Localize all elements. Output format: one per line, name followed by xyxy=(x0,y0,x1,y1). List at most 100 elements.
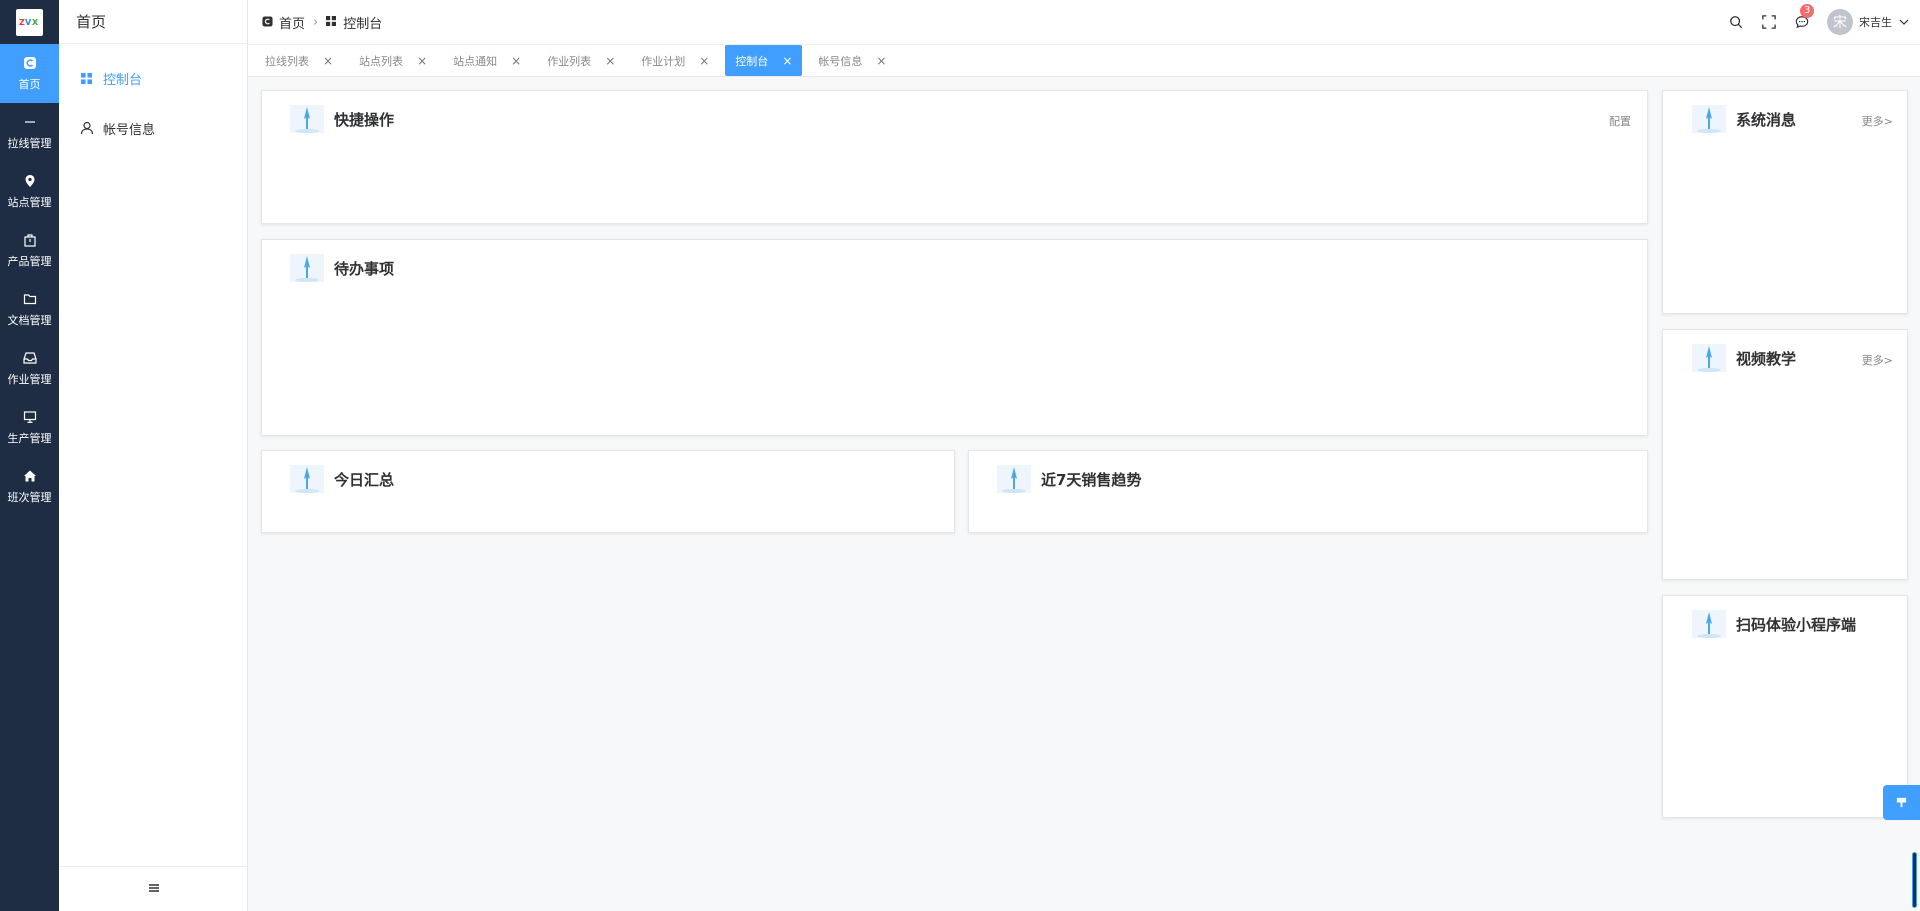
rail-item-product[interactable]: 产品管理 xyxy=(0,221,59,280)
close-icon[interactable]: × xyxy=(782,54,792,68)
system-messages-card: 系统消息 更多> xyxy=(1662,90,1908,314)
card-title: 近7天销售趋势 xyxy=(1041,470,1142,489)
close-icon[interactable]: × xyxy=(699,54,709,68)
config-link[interactable]: 配置 xyxy=(1609,113,1631,129)
rail-item-label: 作业管理 xyxy=(7,373,52,386)
tab-label: 拉线列表 xyxy=(265,54,309,68)
location-pin-icon xyxy=(22,173,38,189)
rail-item-shift[interactable]: 班次管理 xyxy=(0,457,59,516)
rocket-icon xyxy=(1692,105,1726,133)
hamburger-icon xyxy=(148,882,160,897)
tab-label: 帐号信息 xyxy=(818,54,863,68)
rail-item-label: 生产管理 xyxy=(7,432,52,445)
card-title: 快捷操作 xyxy=(334,110,395,129)
home-c-icon xyxy=(262,16,274,28)
rail-item-label: 文档管理 xyxy=(7,314,52,327)
tab-label: 作业列表 xyxy=(547,54,592,68)
avatar[interactable]: 宋 xyxy=(1827,9,1853,35)
rocket-icon xyxy=(290,465,324,493)
tab-label: 站点列表 xyxy=(359,54,404,68)
svg-text:V: V xyxy=(25,18,32,27)
mini-program-card: 扫码体验小程序端 xyxy=(1662,595,1908,818)
sidebar-item-console[interactable]: 控制台 xyxy=(59,66,247,90)
line-icon xyxy=(22,114,38,130)
todo-card: 待办事项 xyxy=(261,239,1648,436)
user-icon xyxy=(80,121,94,135)
tab-station-list[interactable]: 站点列表 × xyxy=(349,45,437,76)
collapse-sidebar-button[interactable] xyxy=(59,866,248,911)
rail-item-label: 产品管理 xyxy=(7,255,52,268)
quick-actions-card: 快捷操作 配置 xyxy=(261,90,1648,224)
secondary-sidebar: 首页 控制台 帐号信息 xyxy=(59,0,248,911)
rocket-icon xyxy=(997,465,1031,493)
search-icon[interactable] xyxy=(1728,14,1744,30)
close-icon[interactable]: × xyxy=(876,54,886,68)
sales-trend-card: 近7天销售趋势 xyxy=(968,450,1648,533)
rocket-icon xyxy=(290,254,324,282)
chevron-right-icon: › xyxy=(313,14,319,30)
message-icon[interactable]: 3 xyxy=(1794,4,1815,30)
floating-settings-button[interactable] xyxy=(1883,785,1920,820)
box-icon xyxy=(22,232,38,248)
card-title: 系统消息 xyxy=(1736,110,1797,129)
card-title: 今日汇总 xyxy=(334,470,395,489)
rail-item-production[interactable]: 生产管理 xyxy=(0,398,59,457)
tab-label: 作业计划 xyxy=(641,54,686,68)
folder-icon xyxy=(22,291,38,307)
tab-job-list[interactable]: 作业列表 × xyxy=(537,45,625,76)
rail-item-jobs[interactable]: 作业管理 xyxy=(0,339,59,398)
logo-mark-icon: Z V X xyxy=(19,18,39,27)
inbox-icon xyxy=(22,350,38,366)
logo-box: Z V X xyxy=(16,8,43,36)
tab-line-list[interactable]: 拉线列表 × xyxy=(255,45,343,76)
user-name[interactable]: 宋吉生 xyxy=(1859,14,1892,30)
video-tutorials-card: 视频教学 更多> xyxy=(1662,329,1908,580)
rail-item-label: 首页 xyxy=(18,78,41,91)
tab-account-info[interactable]: 帐号信息 × xyxy=(808,45,896,76)
brush-icon xyxy=(1896,797,1907,808)
tab-station-notice[interactable]: 站点通知 × xyxy=(443,45,531,76)
card-title: 视频教学 xyxy=(1736,349,1797,368)
grid-icon xyxy=(80,71,94,85)
notification-badge: 3 xyxy=(1800,4,1815,18)
sidebar-item-account[interactable]: 帐号信息 xyxy=(59,116,247,140)
svg-text:X: X xyxy=(32,18,39,27)
rail-item-label: 站点管理 xyxy=(7,196,52,209)
close-icon[interactable]: × xyxy=(323,54,333,68)
grid-icon xyxy=(326,16,338,28)
rail-item-line[interactable]: 拉线管理 xyxy=(0,103,59,162)
rail-item-docs[interactable]: 文档管理 xyxy=(0,280,59,339)
logo[interactable]: Z V X xyxy=(0,0,59,44)
top-header: 首页 › 控制台 3 宋 宋吉生 xyxy=(248,0,1920,44)
rocket-icon xyxy=(1692,344,1726,372)
breadcrumb-item[interactable]: 首页 xyxy=(279,13,305,32)
house-icon xyxy=(22,468,38,484)
more-link[interactable]: 更多> xyxy=(1862,113,1893,129)
rail-item-station[interactable]: 站点管理 xyxy=(0,162,59,221)
close-icon[interactable]: × xyxy=(511,54,521,68)
rocket-icon xyxy=(290,105,324,133)
close-icon[interactable]: × xyxy=(605,54,615,68)
more-link[interactable]: 更多> xyxy=(1862,352,1893,368)
scrollbar-thumb[interactable] xyxy=(1912,852,1917,908)
chevron-down-icon[interactable] xyxy=(1898,16,1910,28)
close-icon[interactable]: × xyxy=(417,54,427,68)
monitor-icon xyxy=(22,409,38,425)
tab-label: 站点通知 xyxy=(453,54,498,68)
rail-item-label: 拉线管理 xyxy=(7,137,52,150)
card-title: 待办事项 xyxy=(334,259,395,278)
card-title: 扫码体验小程序端 xyxy=(1736,615,1857,634)
sidebar-title: 首页 xyxy=(59,0,247,44)
fullscreen-icon[interactable] xyxy=(1761,14,1777,30)
tab-console[interactable]: 控制台 × xyxy=(725,45,803,76)
sidebar-item-label: 帐号信息 xyxy=(103,122,156,138)
rocket-icon xyxy=(1692,610,1726,638)
tab-job-plan[interactable]: 作业计划 × xyxy=(631,45,719,76)
rail-item-home[interactable]: 首页 xyxy=(0,44,59,103)
tab-label: 控制台 xyxy=(735,54,769,68)
tab-bar: 拉线列表 × 站点列表 × 站点通知 × 作业列表 × 作业计划 × 控制台 × 帐号信息 × xyxy=(248,44,1920,77)
breadcrumb: 首页 › 控制台 xyxy=(248,13,382,32)
main-nav-rail: Z V X 首页 拉线管理 站点管理 产品管理 文档管理 作业管理 生产管理 班… xyxy=(0,0,59,911)
header-actions: 3 宋 宋吉生 xyxy=(1711,0,1910,44)
breadcrumb-item: 控制台 xyxy=(343,16,383,32)
